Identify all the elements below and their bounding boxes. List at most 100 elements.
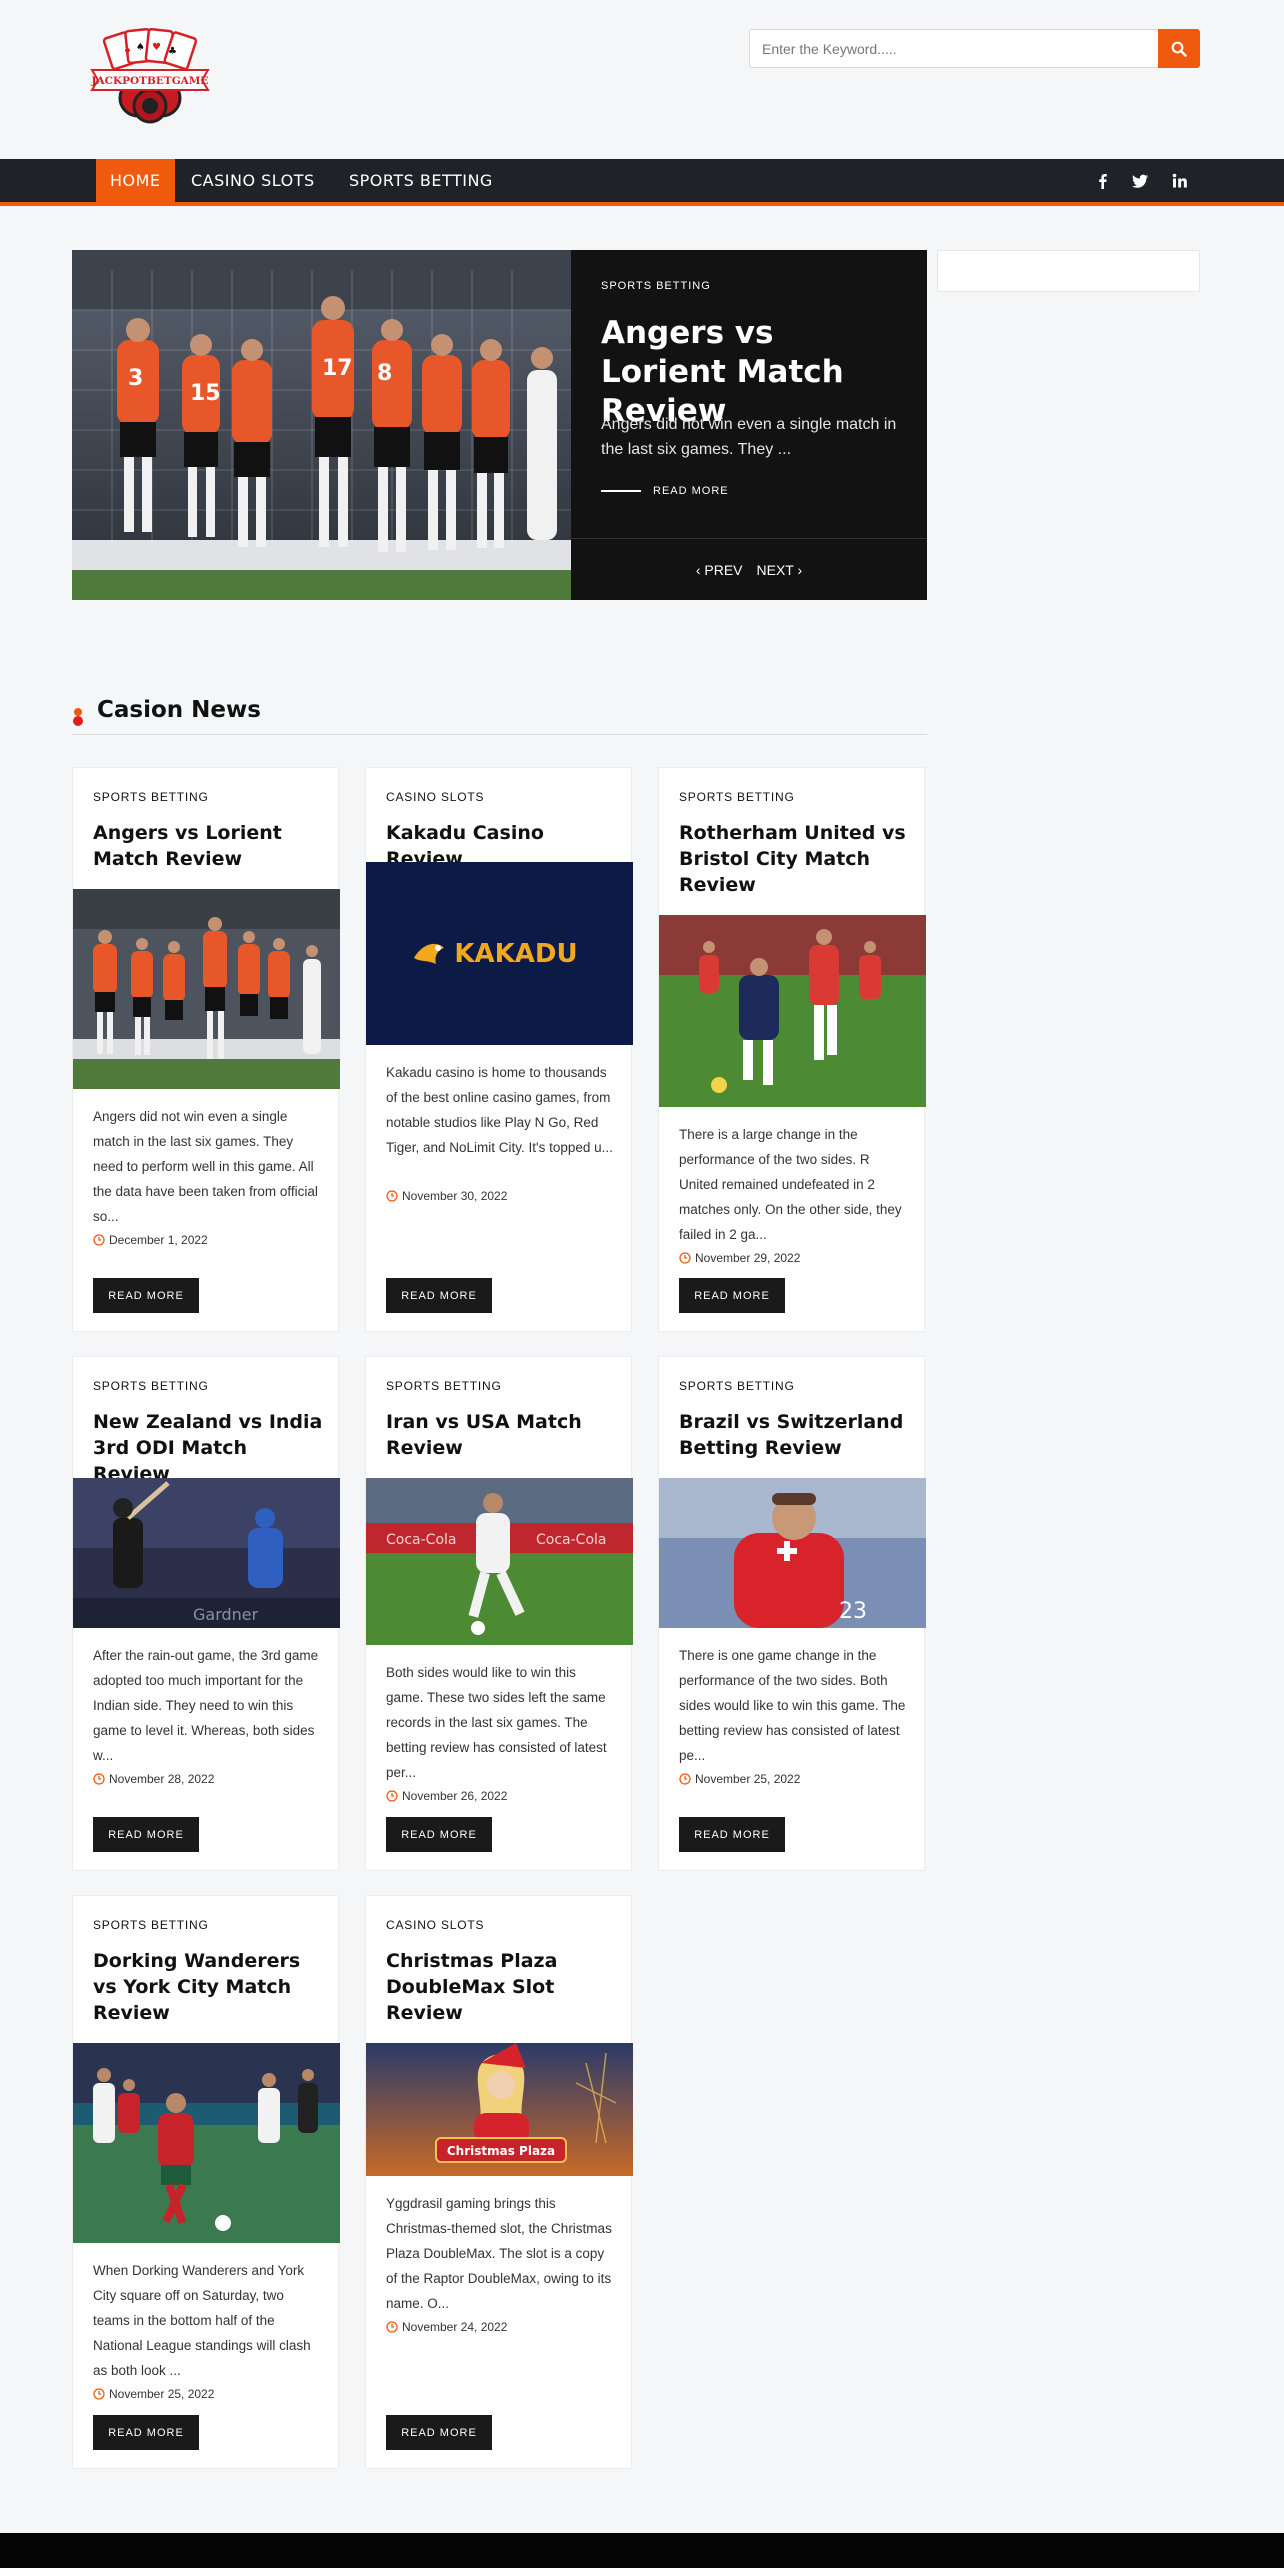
site-header: ♦ ♠ ♥ ♣ JACKPOTBETGAME (0, 0, 1284, 159)
post-date: November 28, 2022 (93, 1772, 214, 1786)
clock-icon (386, 1190, 398, 1202)
featured-category[interactable]: SPORTS BETTING (601, 280, 711, 292)
read-more-button[interactable]: READ MORE (93, 1278, 199, 1313)
main-nav: HOME CASINO SLOTS SPORTS BETTING (0, 159, 1284, 206)
post-excerpt: When Dorking Wanderers and York City squ… (93, 2263, 311, 2378)
clock-icon (93, 1773, 105, 1785)
post-image[interactable] (659, 915, 926, 1107)
post-title[interactable]: New Zealand vs India 3rd ODI Match Revie… (93, 1409, 323, 1487)
post-category[interactable]: SPORTS BETTING (679, 1379, 795, 1393)
post-excerpt: Yggdrasil gaming brings this Christmas-t… (386, 2196, 612, 2311)
post-excerpt: Kakadu casino is home to thousands of th… (386, 1065, 613, 1155)
post-image[interactable]: Christmas Plaza (366, 2043, 633, 2176)
read-more-button[interactable]: READ MORE (679, 1278, 785, 1313)
post-excerpt: Both sides would like to win this game. … (386, 1665, 607, 1780)
post-date-text: November 29, 2022 (695, 1251, 801, 1265)
post-card: SPORTS BETTING Brazil vs Switzerland Bet… (658, 1356, 926, 1871)
nav-sports-betting[interactable]: SPORTS BETTING (335, 159, 507, 202)
post-title[interactable]: Rotherham United vs Bristol City Match R… (679, 820, 909, 898)
read-more-button[interactable]: READ MORE (386, 1278, 492, 1313)
svg-text:23: 23 (839, 1599, 867, 1624)
chevron-left-icon: ‹ (695, 561, 701, 578)
read-more-button[interactable]: READ MORE (386, 2415, 492, 2450)
post-date-text: November 26, 2022 (402, 1789, 508, 1803)
post-date-text: November 28, 2022 (109, 1772, 215, 1786)
post-excerpt: Angers did not win even a single match i… (93, 1109, 318, 1224)
post-title[interactable]: Iran vs USA Match Review (386, 1409, 616, 1461)
clock-icon (93, 1234, 105, 1246)
svg-text:15: 15 (190, 381, 221, 406)
post-title[interactable]: Brazil vs Switzerland Betting Review (679, 1409, 909, 1461)
next-button[interactable]: NEXT › (757, 562, 803, 578)
clock-icon (679, 1252, 691, 1264)
sidebar-widget (937, 250, 1200, 292)
search-icon (1171, 41, 1187, 57)
read-more-label: READ MORE (653, 485, 729, 497)
christmas-plaza-logo-text: Christmas Plaza (447, 2144, 555, 2158)
prev-label: PREV (704, 561, 743, 578)
post-category[interactable]: SPORTS BETTING (386, 1379, 502, 1393)
prev-button[interactable]: ‹ PREV (696, 562, 743, 578)
svg-text:Gardner: Gardner (193, 1605, 259, 1624)
twitter-icon[interactable] (1131, 172, 1149, 190)
site-footer (0, 2533, 1284, 2568)
post-title[interactable]: Christmas Plaza DoubleMax Slot Review (386, 1948, 616, 2026)
section-dot-icon (73, 708, 83, 726)
nav-home[interactable]: HOME (96, 159, 175, 202)
read-more-button[interactable]: READ MORE (679, 1817, 785, 1852)
post-excerpt: There is a large change in the performan… (679, 1127, 902, 1242)
svg-text:♦: ♦ (123, 46, 132, 57)
post-title[interactable]: Dorking Wanderers vs York City Match Rev… (93, 1948, 323, 2026)
read-more-button[interactable]: READ MORE (93, 1817, 199, 1852)
post-image[interactable]: KAKADU (366, 862, 633, 1045)
post-card: SPORTS BETTING Rotherham United vs Brist… (658, 767, 926, 1332)
post-category[interactable]: SPORTS BETTING (93, 1379, 209, 1393)
clock-icon (386, 2321, 398, 2333)
post-card: SPORTS BETTING New Zealand vs India 3rd … (72, 1356, 340, 1871)
read-more-button[interactable]: READ MORE (386, 1817, 492, 1852)
svg-text:JACKPOTBETGAME: JACKPOTBETGAME (91, 75, 209, 87)
post-date: November 29, 2022 (679, 1251, 800, 1265)
search-button[interactable] (1158, 29, 1200, 68)
post-image[interactable] (73, 889, 340, 1089)
post-date-text: November 25, 2022 (695, 1772, 801, 1786)
post-card: SPORTS BETTING Dorking Wanderers vs York… (72, 1895, 340, 2469)
post-excerpt: There is one game change in the performa… (679, 1648, 906, 1763)
post-excerpt: After the rain-out game, the 3rd game ad… (93, 1648, 319, 1763)
post-date-text: November 25, 2022 (109, 2387, 215, 2401)
nav-casino-slots[interactable]: CASINO SLOTS (177, 159, 329, 202)
post-image[interactable]: 23 (659, 1478, 926, 1628)
post-category[interactable]: SPORTS BETTING (679, 790, 795, 804)
search-input[interactable] (749, 29, 1158, 68)
post-category[interactable]: CASINO SLOTS (386, 790, 484, 804)
linkedin-icon[interactable] (1171, 172, 1189, 190)
post-date: November 26, 2022 (386, 1789, 507, 1803)
slider-pager: ‹ PREV NEXT › (571, 538, 927, 600)
post-image[interactable]: Gardner (73, 1478, 340, 1628)
post-card: SPORTS BETTING Angers vs Lorient Match R… (72, 767, 340, 1332)
featured-read-more[interactable]: READ MORE (601, 485, 729, 497)
read-more-line (601, 490, 641, 492)
post-image[interactable]: Coca-Cola Coca-Cola (366, 1478, 633, 1645)
post-category[interactable]: SPORTS BETTING (93, 790, 209, 804)
post-card: CASINO SLOTS Kakadu Casino Review KAKADU… (365, 767, 633, 1332)
clock-icon (386, 1790, 398, 1802)
svg-text:3: 3 (128, 366, 143, 391)
logo-graphic: ♦ ♠ ♥ ♣ JACKPOTBETGAME (90, 27, 210, 124)
next-label: NEXT (756, 561, 794, 578)
post-image[interactable] (73, 2043, 340, 2243)
svg-text:8: 8 (377, 361, 392, 386)
chevron-right-icon: › (797, 561, 803, 578)
featured-image[interactable]: 3 15 17 8 (72, 250, 571, 600)
post-date: November 25, 2022 (93, 2387, 214, 2401)
post-date: November 30, 2022 (386, 1189, 507, 1203)
svg-text:17: 17 (322, 356, 353, 381)
section-title: Casion News (97, 697, 261, 723)
facebook-icon[interactable] (1094, 172, 1112, 190)
post-title[interactable]: Angers vs Lorient Match Review (93, 820, 323, 872)
svg-text:♥: ♥ (152, 42, 161, 53)
read-more-button[interactable]: READ MORE (93, 2415, 199, 2450)
post-category[interactable]: SPORTS BETTING (93, 1918, 209, 1932)
post-category[interactable]: CASINO SLOTS (386, 1918, 484, 1932)
site-logo[interactable]: ♦ ♠ ♥ ♣ JACKPOTBETGAME (88, 27, 212, 124)
